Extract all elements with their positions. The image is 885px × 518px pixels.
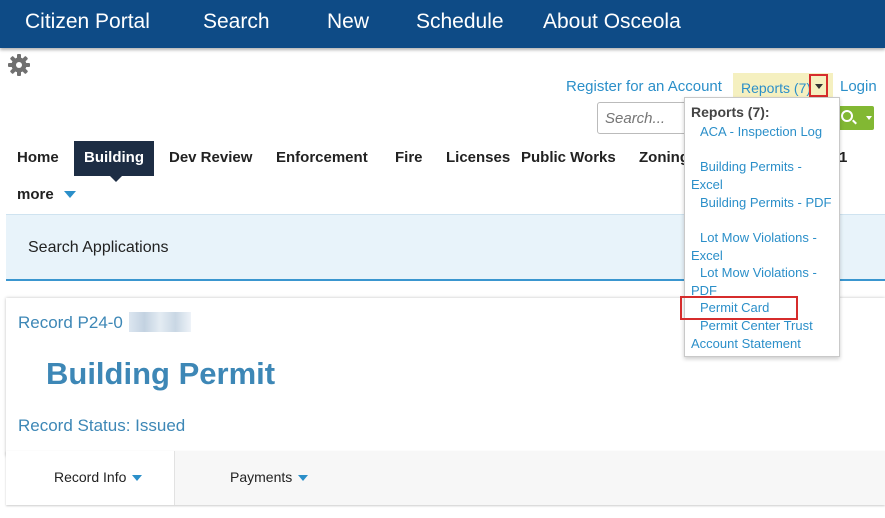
tab-dev-review[interactable]: Dev Review (169, 149, 252, 166)
chevron-down-icon (866, 116, 872, 120)
reports-dropdown-button[interactable] (809, 74, 828, 97)
reports-label[interactable]: Reports (7) (741, 80, 811, 96)
chevron-down-icon (132, 475, 143, 482)
tab-payments[interactable]: Payments (230, 469, 309, 485)
record-type-title: Building Permit (46, 356, 276, 391)
redacted-record-number (129, 312, 191, 332)
search-icon (841, 110, 853, 122)
nav-about-osceola[interactable]: About Osceola (543, 10, 681, 34)
top-nav-bar: Citizen Portal Search New Schedule About… (0, 0, 885, 48)
tab-overflow[interactable]: 1 (839, 149, 847, 166)
chevron-down-icon (815, 84, 823, 89)
report-building-permits-pdf[interactable]: Building Permits - PDF (691, 194, 835, 212)
tab-record-info[interactable]: Record Info (54, 469, 143, 485)
tab-enforcement[interactable]: Enforcement (276, 149, 368, 166)
search-applications-label: Search Applications (28, 239, 169, 256)
chevron-down-icon (298, 475, 309, 482)
nav-search[interactable]: Search (203, 10, 270, 34)
global-search-field[interactable] (597, 102, 691, 134)
nav-new[interactable]: New (327, 10, 369, 34)
report-lot-mow-violations-excel[interactable]: Lot Mow Violations - Excel (691, 229, 835, 265)
tab-fire[interactable]: Fire (395, 149, 423, 166)
chevron-down-icon[interactable] (64, 191, 76, 198)
register-link[interactable]: Register for an Account (566, 78, 722, 95)
report-building-permits-excel[interactable]: Building Permits - Excel (691, 158, 835, 194)
tab-building[interactable]: Building (74, 141, 154, 182)
nav-citizen-portal[interactable]: Citizen Portal (25, 10, 150, 34)
tab-licenses[interactable]: Licenses (446, 149, 510, 166)
tab-more[interactable]: more (17, 186, 54, 203)
record-status: Record Status: Issued (18, 416, 186, 435)
tab-building-label: Building (84, 149, 144, 166)
reports-menu-header: Reports (7): (691, 104, 770, 120)
nav-schedule[interactable]: Schedule (416, 10, 504, 34)
permit-card-highlight (680, 296, 798, 320)
report-aca-inspection-log[interactable]: ACA - Inspection Log (691, 123, 835, 141)
report-lot-mow-violations-pdf[interactable]: Lot Mow Violations - PDF (691, 264, 835, 300)
search-input[interactable] (598, 103, 690, 133)
tab-record-info-label: Record Info (54, 469, 127, 485)
record-number: Record P24-0 (18, 313, 123, 332)
gear-icon[interactable] (7, 53, 31, 77)
active-tab-pointer (110, 176, 122, 182)
tab-public-works[interactable]: Public Works (521, 149, 616, 166)
login-link[interactable]: Login (840, 78, 877, 95)
search-button[interactable] (836, 106, 874, 130)
report-permit-center-trust-account-statement[interactable]: Permit Center Trust Account Statement (691, 317, 835, 353)
tab-payments-label: Payments (230, 469, 293, 485)
tab-zoning[interactable]: Zoning (639, 149, 689, 166)
tab-home[interactable]: Home (17, 149, 59, 166)
